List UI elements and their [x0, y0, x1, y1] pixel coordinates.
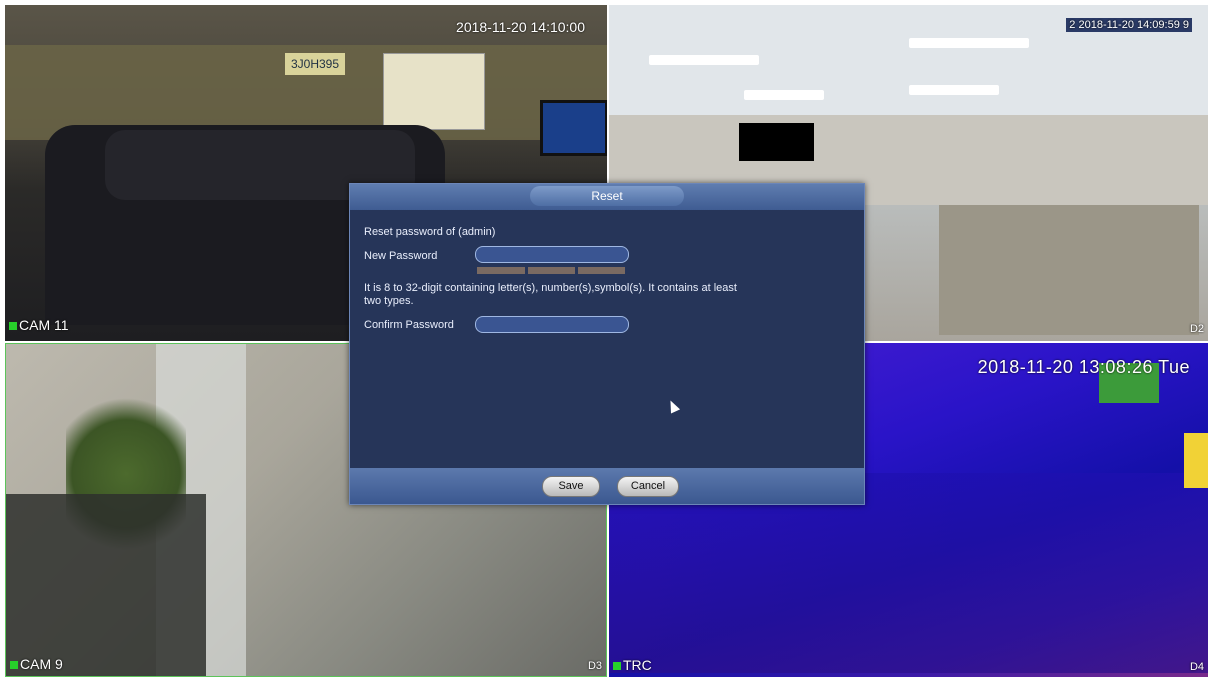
camera-label: CAM 11 [9, 317, 69, 333]
camera-timestamp: 2018-11-20 14:10:00 [456, 19, 585, 35]
scene-desks [939, 205, 1199, 335]
camera-corner-label: D2 [1189, 323, 1204, 335]
new-password-field[interactable] [475, 246, 629, 263]
scene-screen [739, 123, 814, 161]
camera-corner-label: D3 [587, 660, 602, 672]
timestamp-suffix: 9 [1182, 19, 1189, 31]
mouse-cursor-icon [665, 398, 681, 414]
confirm-password-field[interactable] [475, 316, 629, 333]
scene-light [909, 85, 999, 95]
record-indicator-icon [10, 661, 18, 669]
record-indicator-icon [9, 322, 17, 330]
dialog-footer: Save Cancel [350, 468, 864, 504]
scene-monitor [540, 100, 607, 156]
scene-chart [383, 53, 485, 130]
camera-label: TRC [613, 657, 652, 673]
scene-light [744, 90, 824, 100]
reset-password-dialog: Reset Reset password of (admin) New Pass… [349, 183, 865, 505]
dialog-header: Reset [350, 184, 864, 210]
cancel-button[interactable]: Cancel [617, 476, 679, 497]
password-strength-bar-strong [578, 267, 625, 274]
camera-corner-label: D4 [1189, 661, 1204, 673]
scene-thermal-hotspot [1184, 433, 1208, 488]
scene-shelf [6, 494, 206, 676]
scene-light [649, 55, 759, 65]
camera-timestamp: 2 2018-11-20 14:09:59 9 [1066, 18, 1192, 32]
scene-light [909, 38, 1029, 48]
password-strength-bar-weak [477, 267, 525, 274]
camera-label-text: TRC [623, 657, 652, 673]
timestamp-prefix: 2 [1069, 19, 1076, 31]
password-hint: It is 8 to 32-digit containing letter(s)… [364, 282, 737, 307]
record-indicator-icon [613, 662, 621, 670]
timestamp-text: 2018-11-20 14:09:59 [1078, 19, 1180, 31]
new-password-label: New Password [364, 250, 438, 262]
password-strength-bar-medium [528, 267, 575, 274]
reset-target-text: Reset password of (admin) [364, 226, 496, 238]
camera-label: CAM 9 [10, 656, 63, 672]
camera-label-text: CAM 9 [20, 656, 63, 672]
camera-timestamp: 2018-11-20 13:08:26 Tue [977, 357, 1190, 377]
save-button[interactable]: Save [542, 476, 600, 497]
confirm-password-label: Confirm Password [364, 319, 454, 331]
dialog-body: Reset password of (admin) New Password I… [350, 210, 864, 468]
dialog-title: Reset [530, 186, 684, 206]
scene-sign: 3J0H395 [285, 53, 345, 75]
camera-label-text: CAM 11 [19, 317, 69, 333]
